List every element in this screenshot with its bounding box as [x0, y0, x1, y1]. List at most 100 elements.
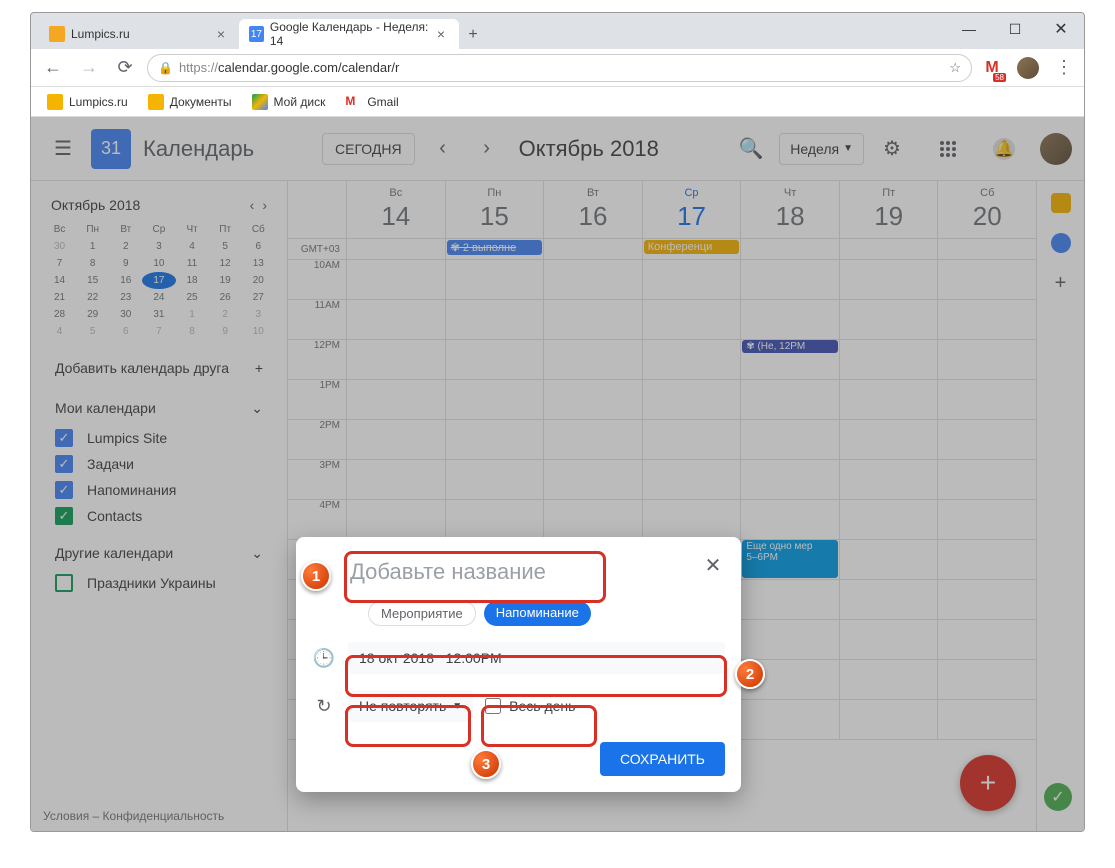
day-header[interactable]: Пн15 [445, 181, 544, 238]
tab-lumpics[interactable]: Lumpics.ru × [39, 19, 239, 49]
mini-cal-day[interactable]: 7 [43, 255, 76, 272]
forward-button[interactable]: → [75, 54, 103, 82]
menu-icon[interactable]: ⋮ [1052, 56, 1076, 80]
next-week-button[interactable]: › [471, 133, 503, 165]
mini-cal-day[interactable]: 30 [43, 238, 76, 255]
mini-prev-icon[interactable]: ‹ [250, 197, 255, 213]
event-chip[interactable]: Конференци [644, 240, 740, 254]
mini-cal-day[interactable]: 8 [176, 323, 209, 340]
hour-cell[interactable] [937, 460, 1036, 499]
event-block[interactable]: Еще одно мер 5–6PM [742, 540, 838, 578]
mini-cal-day[interactable]: 4 [176, 238, 209, 255]
day-header[interactable]: Сб20 [937, 181, 1036, 238]
hour-cell[interactable]: Еще одно мер 5–6PM [740, 540, 839, 579]
mini-cal-day[interactable]: 18 [176, 272, 209, 289]
checkbox-icon[interactable]: ✓ [55, 481, 73, 499]
hour-cell[interactable] [740, 380, 839, 419]
checkbox-icon[interactable]: ✓ [55, 429, 73, 447]
event-chip[interactable]: Мероприятие [368, 601, 476, 626]
allday-cell[interactable] [543, 239, 642, 259]
allday-cell[interactable] [740, 239, 839, 259]
bookmark-item[interactable]: MGmail [337, 90, 406, 114]
create-fab[interactable]: + [960, 755, 1016, 811]
mini-cal-day[interactable]: 19 [209, 272, 242, 289]
hour-cell[interactable] [839, 660, 938, 699]
mini-cal-day[interactable]: 6 [242, 238, 275, 255]
hour-cell[interactable] [839, 380, 938, 419]
mini-cal-day[interactable]: 28 [43, 306, 76, 323]
hour-cell[interactable] [346, 420, 445, 459]
allday-cell[interactable] [839, 239, 938, 259]
hour-cell[interactable] [839, 420, 938, 459]
mini-cal-day[interactable]: 21 [43, 289, 76, 306]
bell-icon[interactable]: 🔔 [984, 129, 1024, 169]
tab-close-icon[interactable]: × [433, 26, 449, 42]
repeat-select[interactable]: Не повторять▼ [348, 690, 473, 722]
save-button[interactable]: СОХРАНИТЬ [600, 742, 725, 776]
hour-cell[interactable] [937, 700, 1036, 739]
hour-cell[interactable] [839, 500, 938, 539]
mini-cal-day[interactable]: 25 [176, 289, 209, 306]
mini-cal-day[interactable]: 12 [209, 255, 242, 272]
hour-cell[interactable] [642, 420, 741, 459]
apps-icon[interactable] [928, 129, 968, 169]
mini-cal-day[interactable]: 20 [242, 272, 275, 289]
hour-cell[interactable] [740, 700, 839, 739]
mini-cal-day[interactable]: 7 [142, 323, 175, 340]
hour-cell[interactable] [937, 380, 1036, 419]
allday-cell[interactable] [937, 239, 1036, 259]
mini-next-icon[interactable]: › [262, 197, 267, 213]
hour-cell[interactable] [445, 460, 544, 499]
hour-cell[interactable] [642, 380, 741, 419]
mini-cal-day[interactable]: 16 [109, 272, 142, 289]
allday-cell[interactable] [346, 239, 445, 259]
hour-cell[interactable] [937, 420, 1036, 459]
hour-cell[interactable] [937, 580, 1036, 619]
hour-cell[interactable] [839, 340, 938, 379]
mini-cal-day[interactable]: 6 [109, 323, 142, 340]
mini-cal-day[interactable]: 9 [209, 323, 242, 340]
search-icon[interactable]: 🔍 [731, 129, 771, 169]
url-input[interactable]: 🔒 https://calendar.google.com/calendar/r… [147, 54, 972, 82]
mini-cal-day[interactable]: 24 [142, 289, 175, 306]
hour-cell[interactable] [937, 620, 1036, 659]
hour-cell[interactable] [445, 500, 544, 539]
calendar-item[interactable]: ✓Задачи [43, 451, 275, 477]
hour-cell[interactable] [937, 340, 1036, 379]
mini-cal-day[interactable]: 2 [109, 238, 142, 255]
checkbox-icon[interactable]: ✓ [55, 507, 73, 525]
hour-cell[interactable] [839, 700, 938, 739]
mini-cal-day[interactable]: 8 [76, 255, 109, 272]
title-input[interactable] [348, 553, 598, 591]
calendar-item[interactable]: Праздники Украины [43, 570, 275, 596]
gmail-ext-icon[interactable]: M 58 [980, 56, 1004, 80]
hour-cell[interactable] [740, 460, 839, 499]
hour-cell[interactable] [937, 660, 1036, 699]
hour-cell[interactable] [937, 260, 1036, 299]
allday-cell[interactable]: ✾ 2 выполне [445, 239, 544, 259]
mini-cal-day[interactable]: 27 [242, 289, 275, 306]
mini-cal-day[interactable]: 22 [76, 289, 109, 306]
mini-cal-day[interactable]: 10 [242, 323, 275, 340]
back-button[interactable]: ← [39, 54, 67, 82]
event-chip[interactable]: ✾ 2 выполне [447, 240, 543, 255]
tasks-icon[interactable] [1051, 233, 1071, 253]
mini-cal-day[interactable]: 1 [176, 306, 209, 323]
day-header[interactable]: Чт18 [740, 181, 839, 238]
hour-cell[interactable] [445, 420, 544, 459]
calendar-item[interactable]: ✓Lumpics Site [43, 425, 275, 451]
mini-cal-day[interactable]: 15 [76, 272, 109, 289]
tab-calendar[interactable]: 17 Google Календарь - Неделя: 14 × [239, 19, 459, 49]
hour-cell[interactable] [937, 500, 1036, 539]
hour-cell[interactable] [642, 260, 741, 299]
mini-cal-day[interactable]: 9 [109, 255, 142, 272]
hour-cell[interactable] [346, 380, 445, 419]
new-tab-button[interactable]: + [459, 21, 487, 49]
mini-cal-day[interactable]: 1 [76, 238, 109, 255]
hour-cell[interactable] [543, 380, 642, 419]
hour-cell[interactable] [445, 260, 544, 299]
hour-cell[interactable] [740, 580, 839, 619]
hour-cell[interactable] [839, 620, 938, 659]
maximize-button[interactable]: ☐ [992, 13, 1038, 45]
hour-cell[interactable] [740, 420, 839, 459]
